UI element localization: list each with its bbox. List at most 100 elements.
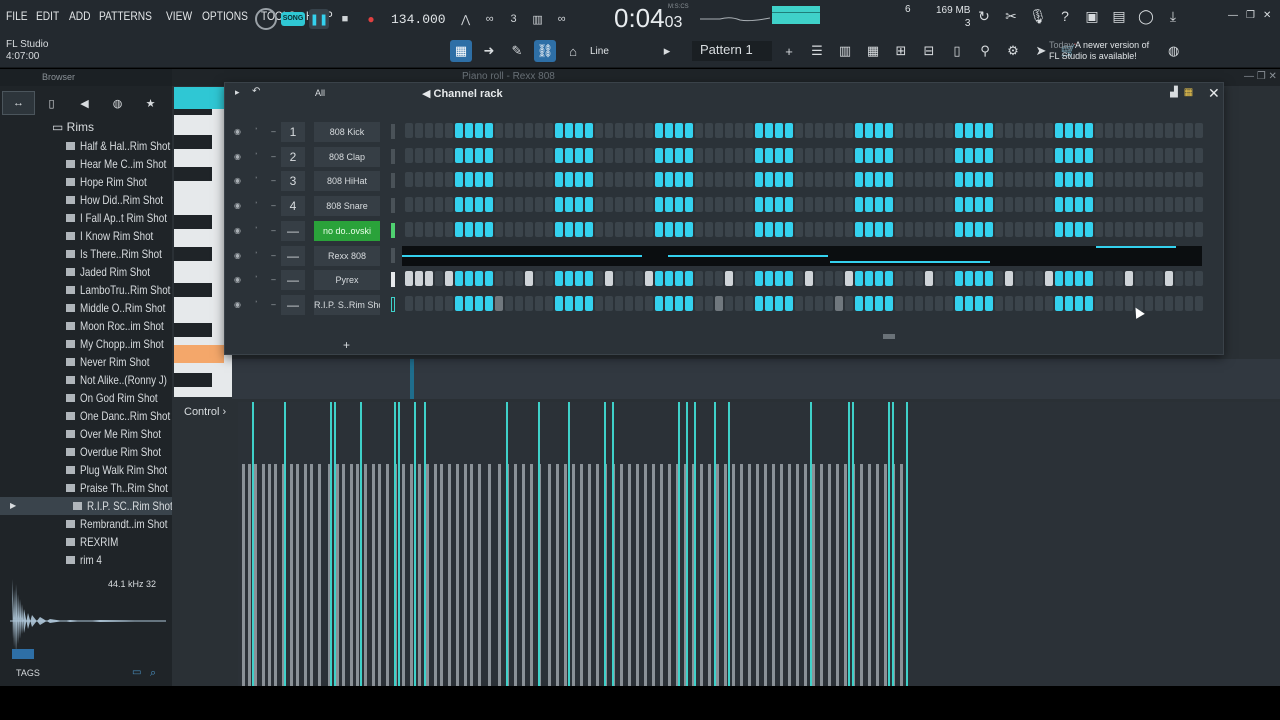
step-button[interactable] [965,271,973,287]
step-button[interactable] [825,295,833,311]
step-button[interactable] [435,197,443,213]
step-button[interactable] [1055,221,1063,237]
step-button[interactable] [935,147,943,163]
step-button[interactable] [575,172,583,188]
step-button[interactable] [845,147,853,163]
step-button[interactable] [745,271,753,287]
step-button[interactable] [605,295,613,311]
add-pattern-icon[interactable]: + [778,40,800,62]
step-button[interactable] [605,123,613,138]
channel-select-led[interactable] [391,222,395,238]
browser-file-item[interactable]: Never Rim Shot [0,353,172,371]
velocity-bar[interactable] [372,464,375,686]
step-button[interactable] [835,123,843,138]
stamp-icon[interactable]: ⌂ [562,40,584,62]
step-button[interactable] [515,123,523,138]
step-button[interactable] [475,271,483,287]
step-button[interactable] [815,271,823,287]
step-button[interactable] [1035,221,1043,237]
step-button[interactable] [445,147,453,163]
mixer-track-number[interactable]: 1 [281,122,305,142]
step-button[interactable] [955,147,963,163]
step-button[interactable] [795,147,803,163]
step-button[interactable] [975,295,983,311]
step-button[interactable] [875,271,883,287]
step-button[interactable] [905,123,913,138]
step-button[interactable] [835,147,843,163]
step-button[interactable] [765,123,773,138]
step-button[interactable] [645,197,653,213]
step-button[interactable] [495,172,503,188]
step-button[interactable] [735,221,743,237]
browser-file-item[interactable]: ▶ R.I.P. SC..Rim Shot [0,497,172,515]
step-button[interactable] [1075,123,1083,138]
step-button[interactable] [715,221,723,237]
step-button[interactable] [695,295,703,311]
step-button[interactable] [1115,197,1123,213]
step-button[interactable] [1075,197,1083,213]
step-button[interactable] [795,271,803,287]
channel-name-button[interactable]: R.I.P. S..Rim Shot [314,294,380,315]
step-button[interactable] [1185,197,1193,213]
step-button[interactable] [825,172,833,188]
step-button[interactable] [585,295,593,311]
song-mode-toggle[interactable]: SONG [281,12,305,26]
step-button[interactable] [415,147,423,163]
step-button[interactable] [505,147,513,163]
step-button[interactable] [1165,123,1173,138]
velocity-bar[interactable] [356,464,359,686]
step-button[interactable] [955,123,963,138]
step-button[interactable] [825,197,833,213]
channel-select-led[interactable] [391,272,395,288]
step-button[interactable] [1065,123,1073,138]
playlist-arrow-icon[interactable]: ➜ [478,40,500,62]
browser-file-item[interactable]: Jaded Rim Shot [0,263,172,281]
step-button[interactable] [565,197,573,213]
browser-icon[interactable]: ⊟ [918,40,940,62]
step-button[interactable] [905,221,913,237]
plugin-icon[interactable]: ⚲ [974,40,996,62]
step-button[interactable] [745,295,753,311]
mixer-track-number[interactable]: 4 [281,196,305,217]
step-button[interactable] [675,221,683,237]
step-button[interactable] [725,221,733,237]
channel-name-button[interactable]: 808 Kick [314,122,380,142]
step-button[interactable] [595,123,603,138]
step-button[interactable] [1045,295,1053,311]
step-button[interactable] [815,197,823,213]
step-button[interactable] [435,123,443,138]
velocity-bar[interactable] [254,464,257,686]
step-button[interactable] [695,147,703,163]
velocity-lane[interactable] [238,402,1280,686]
step-button[interactable] [855,197,863,213]
velocity-bar[interactable] [572,464,575,686]
step-button[interactable] [955,271,963,287]
step-button[interactable] [675,123,683,138]
browser-file-item[interactable]: My Chopp..im Shot [0,335,172,353]
step-button[interactable] [785,147,793,163]
step-button[interactable] [495,197,503,213]
step-button[interactable] [1075,172,1083,188]
step-button[interactable] [1155,295,1163,311]
browser-favorites-tab[interactable]: ★ [134,91,167,115]
metronome-button[interactable]: ⋀ [456,9,476,29]
step-button[interactable] [1045,147,1053,163]
step-button[interactable] [555,197,563,213]
step-button[interactable] [945,197,953,213]
step-button[interactable] [585,221,593,237]
step-button[interactable] [975,221,983,237]
step-button[interactable] [705,172,713,188]
step-button[interactable] [985,197,993,213]
step-button[interactable] [925,221,933,237]
step-button[interactable] [845,271,853,287]
step-button[interactable] [525,147,533,163]
step-button[interactable] [495,295,503,311]
step-button[interactable] [1125,147,1133,163]
velocity-bar[interactable] [242,464,245,686]
pause-button[interactable]: ❚❚ [309,9,329,29]
step-button[interactable] [745,147,753,163]
step-button[interactable] [815,172,823,188]
step-button[interactable] [645,271,653,287]
velocity-bar[interactable] [434,464,437,686]
step-button[interactable] [575,123,583,138]
